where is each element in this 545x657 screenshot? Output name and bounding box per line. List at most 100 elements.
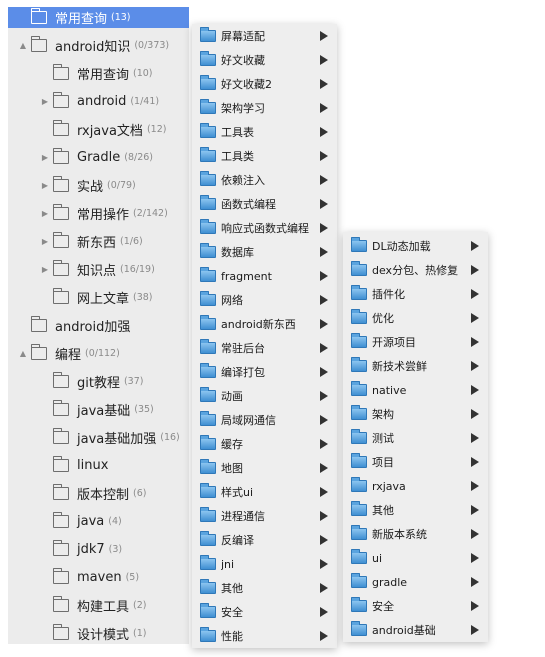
sidebar-item[interactable]: 设计模式 (1): [8, 622, 189, 644]
sidebar-item[interactable]: android加强: [8, 314, 189, 336]
menu-item-label: 网络: [221, 294, 243, 307]
menu-item[interactable]: 安全: [343, 594, 488, 618]
sidebar-item[interactable]: ▲ 编程 (0/112): [8, 342, 189, 364]
menu-item[interactable]: gradle: [343, 570, 488, 594]
menu-item[interactable]: 工具类: [192, 144, 337, 168]
sidebar-item[interactable]: 版本控制 (6): [8, 482, 189, 504]
submenu-arrow-icon: [320, 127, 328, 137]
menu-item[interactable]: 好文收藏2: [192, 72, 337, 96]
collapsed-triangle-icon[interactable]: ▶: [40, 265, 50, 274]
submenu-arrow-icon: [471, 601, 479, 611]
folder-icon: [52, 595, 69, 612]
menu-item[interactable]: 编译打包: [192, 360, 337, 384]
menu-item[interactable]: 响应式函数式编程: [192, 216, 337, 240]
folder-icon: [52, 427, 69, 444]
menu-item[interactable]: android新东西: [192, 312, 337, 336]
menu-item[interactable]: 常驻后台: [192, 336, 337, 360]
sidebar-item[interactable]: linux: [8, 454, 189, 476]
sidebar-item[interactable]: ▶ 知识点 (16/19): [8, 258, 189, 280]
sidebar-item[interactable]: java基础 (35): [8, 398, 189, 420]
sidebar-item[interactable]: ▶ 常用操作 (2/142): [8, 202, 189, 224]
menu-item[interactable]: 局域网通信: [192, 408, 337, 432]
sidebar-item-count: (38): [133, 291, 153, 303]
sidebar-item[interactable]: ▶ android (1/41): [8, 90, 189, 112]
collapsed-triangle-icon[interactable]: ▶: [40, 237, 50, 246]
menu-item-label: 安全: [372, 600, 394, 613]
sidebar-item[interactable]: java (4): [8, 510, 189, 532]
sidebar-item[interactable]: 网上文章 (38): [8, 286, 189, 308]
folder-icon: [200, 555, 216, 570]
submenu-arrow-icon: [320, 487, 328, 497]
menu-item[interactable]: 反编译: [192, 528, 337, 552]
menu-item[interactable]: ui: [343, 546, 488, 570]
sidebar-item-label: 网上文章: [77, 291, 130, 307]
sidebar-item[interactable]: 构建工具 (2): [8, 594, 189, 616]
collapsed-triangle-icon[interactable]: ▶: [40, 181, 50, 190]
sidebar-item[interactable]: ▶ Gradle (8/26): [8, 146, 189, 168]
submenu-arrow-icon: [320, 631, 328, 641]
sidebar-item[interactable]: java基础加强 (16): [8, 426, 189, 448]
submenu-arrow-icon: [320, 511, 328, 521]
menu-item[interactable]: dex分包、热修复: [343, 258, 488, 282]
menu-item[interactable]: 架构学习: [192, 96, 337, 120]
folder-icon: [351, 597, 367, 612]
menu-item[interactable]: 架构: [343, 402, 488, 426]
menu-item[interactable]: native: [343, 378, 488, 402]
sidebar-item[interactable]: git教程 (37): [8, 370, 189, 392]
menu-item[interactable]: 工具表: [192, 120, 337, 144]
menu-item[interactable]: 开源项目: [343, 330, 488, 354]
menu-item[interactable]: 性能: [192, 624, 337, 648]
menu-item[interactable]: 依赖注入: [192, 168, 337, 192]
sidebar-item-count: (6): [133, 487, 147, 499]
collapsed-triangle-icon[interactable]: ▶: [40, 209, 50, 218]
sidebar-item-count: (2): [133, 599, 147, 611]
menu-item[interactable]: 缓存: [192, 432, 337, 456]
expanded-triangle-icon[interactable]: ▲: [18, 41, 28, 50]
menu-item[interactable]: 地图: [192, 456, 337, 480]
menu-item-label: rxjava: [372, 479, 406, 493]
submenu-arrow-icon: [471, 625, 479, 635]
menu-item[interactable]: 函数式编程: [192, 192, 337, 216]
sidebar-item[interactable]: ▶ 实战 (0/79): [8, 174, 189, 196]
expanded-triangle-icon[interactable]: ▲: [18, 349, 28, 358]
menu-item[interactable]: rxjava: [343, 474, 488, 498]
sidebar-item[interactable]: 常用查询 (13): [8, 7, 189, 28]
menu-item[interactable]: DL动态加载: [343, 234, 488, 258]
menu-item[interactable]: 数据库: [192, 240, 337, 264]
menu-item[interactable]: 进程通信: [192, 504, 337, 528]
menu-item[interactable]: fragment: [192, 264, 337, 288]
menu-item-label: 安全: [221, 606, 243, 619]
menu-item[interactable]: android基础: [343, 618, 488, 642]
menu-item[interactable]: 插件化: [343, 282, 488, 306]
menu-item[interactable]: 其他: [192, 576, 337, 600]
sidebar-item[interactable]: maven (5): [8, 566, 189, 588]
sidebar-item[interactable]: ▶ 新东西 (1/6): [8, 230, 189, 252]
sidebar-item[interactable]: jdk7 (3): [8, 538, 189, 560]
sidebar-item[interactable]: ▲ android知识 (0/373): [8, 34, 189, 56]
sidebar-item-label: 实战: [77, 179, 104, 195]
menu-item-label: native: [372, 383, 407, 397]
menu-item[interactable]: 网络: [192, 288, 337, 312]
sidebar-item[interactable]: rxjava文档 (12): [8, 118, 189, 140]
sidebar-item-label: Gradle: [77, 149, 121, 165]
sidebar-tree[interactable]: 常用查询 (13) ▲ android知识 (0/373) 常用查询 (10) ▶ androi…: [8, 7, 189, 644]
menu-item[interactable]: jni: [192, 552, 337, 576]
submenu-arrow-icon: [320, 31, 328, 41]
sidebar-item-label: android: [77, 93, 127, 109]
menu-item[interactable]: 安全: [192, 600, 337, 624]
collapsed-triangle-icon[interactable]: ▶: [40, 97, 50, 106]
menu-item[interactable]: 其他: [343, 498, 488, 522]
menu-item[interactable]: 好文收藏: [192, 48, 337, 72]
menu-item[interactable]: 样式ui: [192, 480, 337, 504]
sidebar-item[interactable]: 常用查询 (10): [8, 62, 189, 84]
sidebar-item-label: git教程: [77, 375, 120, 391]
menu-item[interactable]: 新技术尝鲜: [343, 354, 488, 378]
menu-item[interactable]: 动画: [192, 384, 337, 408]
menu-item[interactable]: 屏幕适配: [192, 24, 337, 48]
menu-item[interactable]: 优化: [343, 306, 488, 330]
menu-item[interactable]: 测试: [343, 426, 488, 450]
menu-item[interactable]: 新版本系统: [343, 522, 488, 546]
collapsed-triangle-icon[interactable]: ▶: [40, 153, 50, 162]
folder-icon: [200, 27, 216, 42]
menu-item[interactable]: 项目: [343, 450, 488, 474]
